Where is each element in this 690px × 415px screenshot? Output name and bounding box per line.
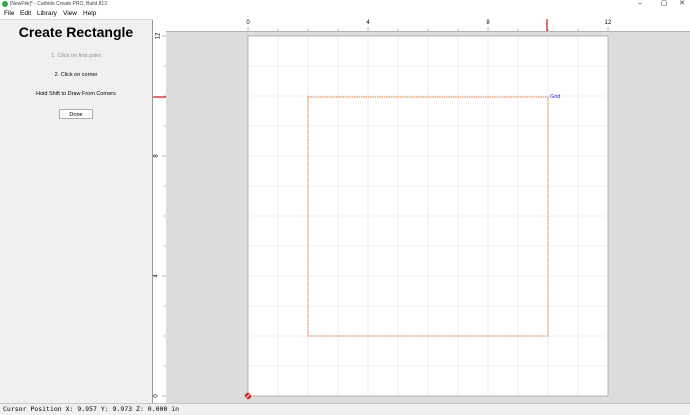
tool-panel: Create Rectangle 1. Click on first point…: [0, 20, 153, 403]
grid-snap-label: Grid: [550, 94, 561, 100]
step-corner: 2. Click on corner: [54, 72, 98, 78]
ruler-top-label: 0: [246, 20, 250, 26]
step-first-point: 1. Click on first point: [51, 53, 101, 59]
origin-marker: [244, 392, 252, 400]
title-bar: [NewFile]* - Carbide Create PRO, Build 8…: [0, 0, 690, 9]
ruler-top[interactable]: 0 4 8 12: [166, 19, 690, 32]
menu-edit[interactable]: Edit: [20, 9, 31, 19]
done-button[interactable]: Done: [59, 109, 93, 119]
close-button[interactable]: ✕: [676, 0, 688, 9]
canvas-drawing[interactable]: [166, 32, 690, 403]
ruler-left-ticks: [153, 35, 166, 397]
menu-help[interactable]: Help: [83, 9, 96, 19]
panel-title: Create Rectangle: [18, 24, 134, 40]
cursor-position: Cursor Position X: 9.957 Y: 9.973 Z: 0.0…: [3, 405, 180, 413]
ruler-left[interactable]: 12 8 4 0: [153, 31, 167, 403]
ruler-top-label: 8: [486, 20, 490, 26]
ruler-corner: [153, 19, 166, 31]
window-title: [NewFile]* - Carbide Create PRO, Build 8…: [10, 1, 107, 7]
menu-view[interactable]: View: [63, 9, 77, 19]
maximize-button[interactable]: ▢: [658, 0, 670, 9]
ruler-top-label: 12: [604, 20, 612, 26]
menu-library[interactable]: Library: [37, 9, 57, 19]
menu-file[interactable]: File: [4, 9, 14, 19]
shift-hint: Hold Shift to Draw From Corners: [36, 91, 116, 97]
ruler-left-label: 4: [153, 274, 160, 278]
ruler-left-label: 0: [153, 394, 160, 398]
ruler-left-label: 8: [153, 154, 160, 158]
app-icon: [2, 1, 8, 7]
ruler-left-label: 12: [155, 32, 162, 40]
status-bar: Cursor Position X: 9.957 Y: 9.973 Z: 0.0…: [0, 403, 690, 415]
design-canvas[interactable]: Grid: [166, 32, 690, 403]
ruler-top-label: 4: [366, 20, 370, 26]
minimize-button[interactable]: –: [634, 0, 646, 9]
